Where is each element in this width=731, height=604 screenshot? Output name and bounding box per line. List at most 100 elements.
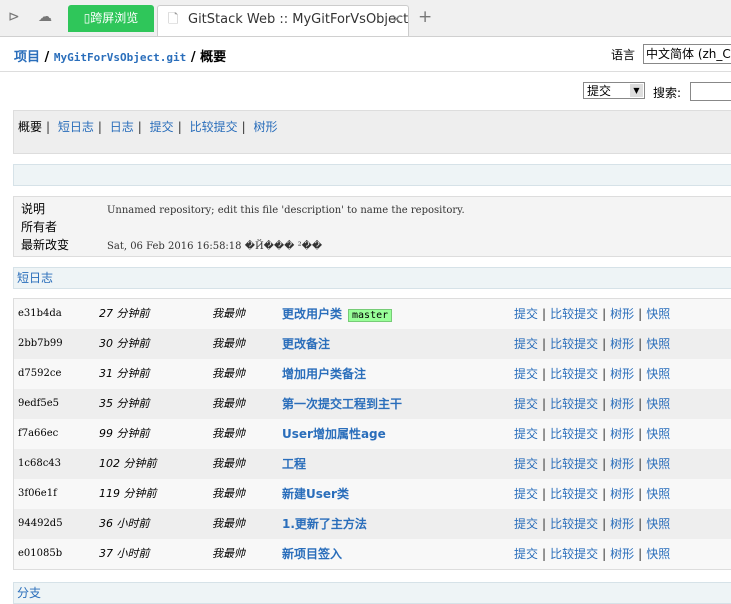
- commit-message-text: 新建User类: [282, 487, 349, 501]
- info-key: 所有者: [21, 220, 58, 234]
- commit-link[interactable]: 提交: [514, 367, 538, 381]
- commit-message[interactable]: 1.更新了主方法: [282, 509, 367, 539]
- cross-screen-label: 跨屏浏览: [90, 11, 139, 25]
- nav-tree[interactable]: 树形: [253, 120, 277, 134]
- table-row: e31b4da 27 分钟前 我最帅 更改用户类 master 提交 | 比较提交 | 树…: [14, 299, 731, 329]
- cross-screen-tab[interactable]: ▯跨屏浏览: [68, 5, 154, 32]
- commit-author: 我最帅: [212, 547, 245, 560]
- cloud-icon[interactable]: ☁: [38, 9, 52, 25]
- commit-author: 我最帅: [212, 397, 245, 410]
- commit-message[interactable]: 工程: [282, 449, 306, 479]
- commit-message[interactable]: 增加用户类备注: [282, 359, 366, 389]
- tree-link[interactable]: 树形: [610, 487, 634, 501]
- table-row: 1c68c43 102 分钟前 我最帅 工程 提交 | 比较提交 | 树形 | 快照: [14, 449, 731, 479]
- tree-link[interactable]: 树形: [610, 367, 634, 381]
- document-icon: 🗋: [168, 12, 179, 27]
- breadcrumb-repo[interactable]: MyGitForVsObject.git: [54, 51, 186, 64]
- commit-link[interactable]: 提交: [514, 337, 538, 351]
- tree-link[interactable]: 树形: [610, 427, 634, 441]
- commit-message-text: 新项目签入: [282, 547, 343, 561]
- tree-link[interactable]: 树形: [610, 457, 634, 471]
- commitdiff-link[interactable]: 比较提交: [550, 457, 598, 471]
- tree-link[interactable]: 树形: [610, 337, 634, 351]
- commit-author: 我最帅: [212, 337, 245, 350]
- commit-message[interactable]: User增加属性age: [282, 419, 386, 449]
- breadcrumb-current: 概要: [200, 50, 227, 65]
- commitdiff-link[interactable]: 比较提交: [550, 547, 598, 561]
- commit-links: 提交 | 比较提交 | 树形 | 快照: [514, 487, 671, 501]
- commit-message[interactable]: 更改备注: [282, 329, 330, 359]
- commitdiff-link[interactable]: 比较提交: [550, 367, 598, 381]
- snapshot-link[interactable]: 快照: [646, 367, 670, 381]
- info-value: Unnamed repository; edit this file 'desc…: [107, 205, 465, 216]
- breadcrumb: 项目 / MyGitForVsObject.git / 概要: [14, 46, 226, 65]
- commit-link[interactable]: 提交: [514, 457, 538, 471]
- table-row: e01085b 37 小时前 我最帅 新项目签入 提交 | 比较提交 | 树形 | 快照: [14, 539, 731, 569]
- close-tab-icon[interactable]: ×: [391, 6, 402, 34]
- commit-link[interactable]: 提交: [514, 547, 538, 561]
- nav-summary: 概要: [18, 120, 43, 134]
- snapshot-link[interactable]: 快照: [646, 457, 670, 471]
- commit-age: 31 分钟前: [99, 367, 150, 380]
- commitdiff-link[interactable]: 比较提交: [550, 397, 598, 411]
- nav-log[interactable]: 日志: [110, 120, 134, 134]
- commit-hash: 94492d5: [18, 518, 63, 529]
- snapshot-link[interactable]: 快照: [646, 517, 670, 531]
- breadcrumb-projects[interactable]: 项目: [14, 50, 40, 65]
- commit-age: 30 分钟前: [99, 337, 150, 350]
- commit-link[interactable]: 提交: [514, 427, 538, 441]
- branches-title[interactable]: 分支: [13, 582, 731, 604]
- breadcrumb-sep: /: [190, 50, 196, 65]
- commit-link[interactable]: 提交: [514, 307, 538, 321]
- project-info: 说明 Unnamed repository; edit this file 'de…: [13, 196, 731, 257]
- info-key: 最新改变: [21, 238, 70, 252]
- commit-message-text: 1.更新了主方法: [282, 517, 367, 531]
- commit-link[interactable]: 提交: [514, 397, 538, 411]
- commitdiff-link[interactable]: 比较提交: [550, 517, 598, 531]
- snapshot-link[interactable]: 快照: [646, 427, 670, 441]
- commit-message[interactable]: 新项目签入: [282, 539, 342, 569]
- commitdiff-link[interactable]: 比较提交: [550, 487, 598, 501]
- table-row: 94492d5 36 小时前 我最帅 1.更新了主方法 提交 | 比较提交 | 树形 | 快…: [14, 509, 731, 539]
- commit-link[interactable]: 提交: [514, 487, 538, 501]
- shortlog-title[interactable]: 短日志: [13, 267, 731, 289]
- nav-commitdiff[interactable]: 比较提交: [190, 120, 238, 134]
- commit-links: 提交 | 比较提交 | 树形 | 快照: [514, 397, 671, 411]
- commit-message[interactable]: 新建User类: [282, 479, 349, 509]
- branch-badge[interactable]: master: [348, 309, 393, 322]
- snapshot-link[interactable]: 快照: [646, 487, 670, 501]
- table-row: 3f06e1f 119 分钟前 我最帅 新建User类 提交 | 比较提交 | 树形 | 快…: [14, 479, 731, 509]
- commit-link[interactable]: 提交: [514, 517, 538, 531]
- snapshot-link[interactable]: 快照: [646, 337, 670, 351]
- commit-age: 102 分钟前: [99, 457, 157, 470]
- browser-tab-bar: ⊳ ☁ ▯跨屏浏览 🗋 GitStack Web :: MyGitForVsOb…: [0, 0, 731, 37]
- commitdiff-link[interactable]: 比较提交: [550, 337, 598, 351]
- tree-link[interactable]: 树形: [610, 397, 634, 411]
- tab-gitstack[interactable]: 🗋 GitStack Web :: MyGitForVsObject.git ×: [157, 5, 409, 36]
- language-select[interactable]: 中文简体 (zh_CN): [643, 44, 731, 64]
- commitdiff-link[interactable]: 比较提交: [550, 307, 598, 321]
- snapshot-link[interactable]: 快照: [646, 307, 670, 321]
- commit-author: 我最帅: [212, 457, 245, 470]
- search-type-select[interactable]: 提交 ▼: [583, 82, 645, 99]
- commit-message[interactable]: 第一次提交工程到主干: [282, 389, 402, 419]
- commit-hash: d7592ce: [18, 368, 62, 379]
- tree-link[interactable]: 树形: [610, 547, 634, 561]
- commit-author: 我最帅: [212, 427, 245, 440]
- nav-shortlog[interactable]: 短日志: [58, 120, 94, 134]
- sidebar-toggle-icon[interactable]: ⊳: [8, 9, 20, 25]
- nav-commit[interactable]: 提交: [150, 120, 174, 134]
- snapshot-link[interactable]: 快照: [646, 397, 670, 411]
- table-row: 2bb7b99 30 分钟前 我最帅 更改备注 提交 | 比较提交 | 树形 | 快照: [14, 329, 731, 359]
- commit-message[interactable]: 更改用户类 master: [282, 299, 393, 329]
- commit-hash: 1c68c43: [18, 458, 62, 469]
- new-tab-button[interactable]: +: [418, 7, 432, 27]
- snapshot-link[interactable]: 快照: [646, 547, 670, 561]
- tree-link[interactable]: 树形: [610, 517, 634, 531]
- search-input[interactable]: [690, 82, 731, 101]
- commitdiff-link[interactable]: 比较提交: [550, 427, 598, 441]
- tree-link[interactable]: 树形: [610, 307, 634, 321]
- commit-links: 提交 | 比较提交 | 树形 | 快照: [514, 547, 671, 561]
- commit-message-text: 增加用户类备注: [282, 367, 367, 381]
- breadcrumb-sep: /: [44, 50, 50, 65]
